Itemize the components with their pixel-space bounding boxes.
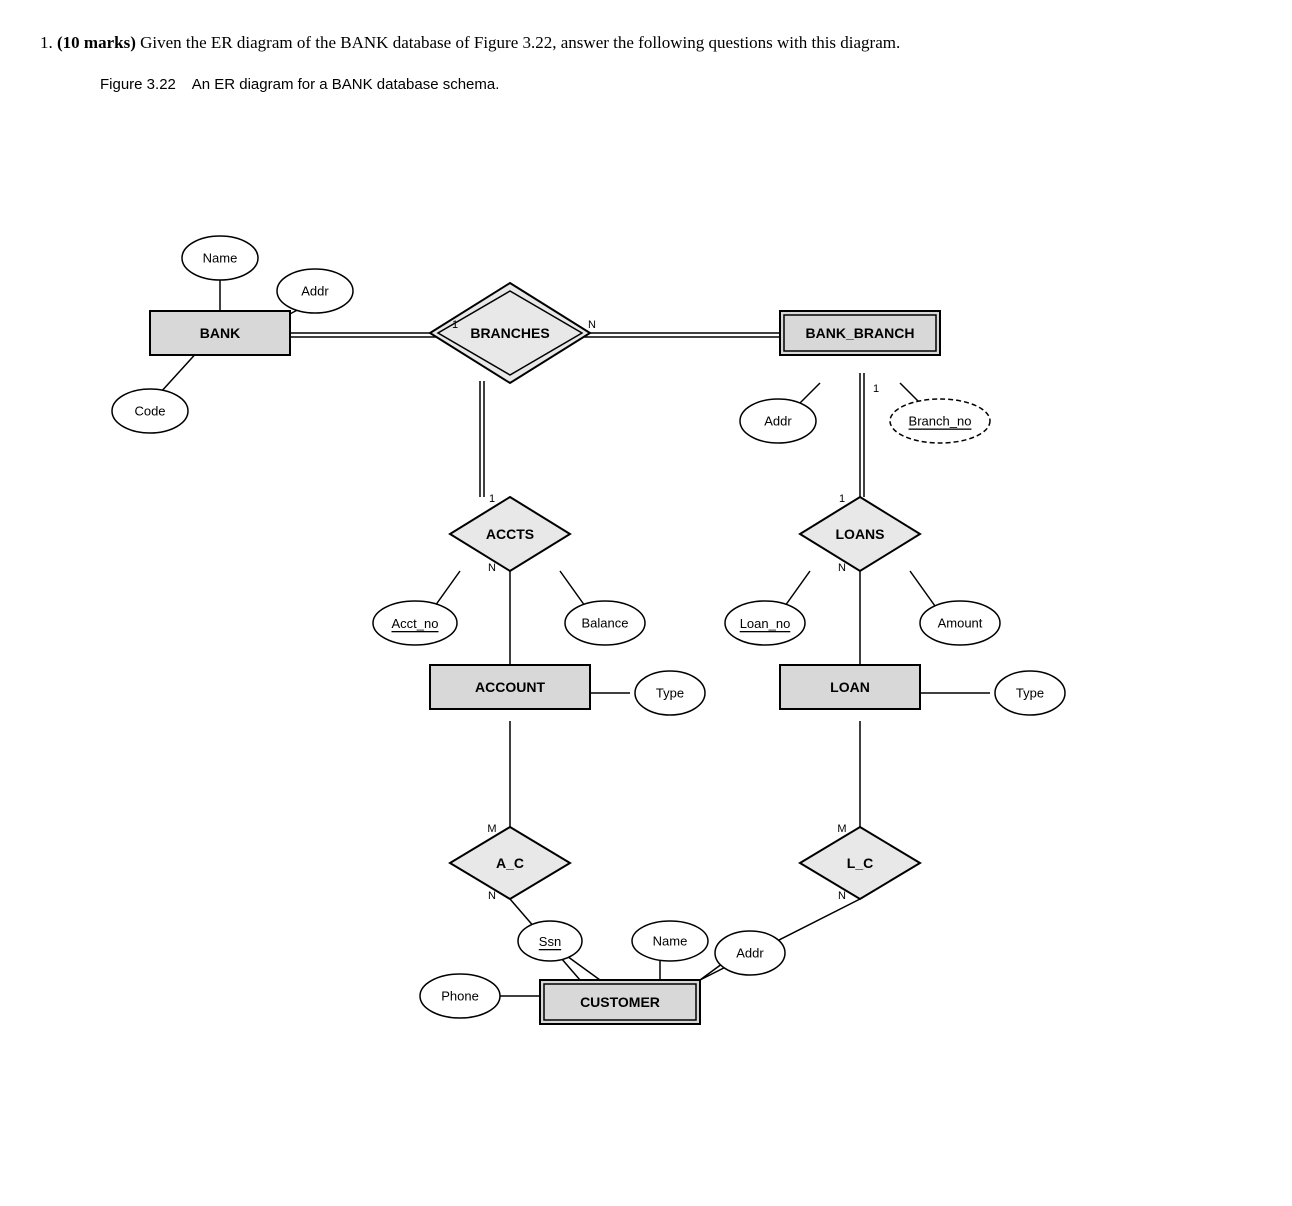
- loan-type-label: Type: [1016, 685, 1044, 700]
- acct-no-label: Acct_no: [392, 615, 439, 630]
- question-marks: (10 marks): [57, 33, 136, 52]
- lc-top-card: M: [837, 823, 846, 835]
- lc-label: L_C: [847, 855, 873, 871]
- addr-bank-label: Addr: [301, 283, 329, 298]
- loan-label: LOAN: [830, 679, 870, 695]
- branches-bankbranch-card: N: [588, 319, 596, 331]
- bank-branch-label: BANK_BRANCH: [806, 325, 915, 341]
- question-number: 1.: [40, 33, 53, 52]
- ac-bottom-card: N: [488, 890, 496, 902]
- addr-customer-label: Addr: [736, 945, 764, 960]
- er-diagram: BANK BANK_BRANCH ACCOUNT LOAN CUSTOMER B…: [60, 103, 1260, 1053]
- loans-bottom-card: N: [838, 562, 846, 574]
- account-label: ACCOUNT: [475, 679, 545, 695]
- balance-label: Balance: [582, 615, 629, 630]
- ac-top-card: M: [487, 823, 496, 835]
- account-type-label: Type: [656, 685, 684, 700]
- lc-bottom-card: N: [838, 890, 846, 902]
- question-body: Given the ER diagram of the BANK databas…: [140, 33, 900, 52]
- amount-label: Amount: [938, 615, 983, 630]
- addr-branch-label: Addr: [764, 413, 792, 428]
- name-customer-label: Name: [653, 933, 688, 948]
- loans-label: LOANS: [836, 526, 885, 542]
- phone-label: Phone: [441, 988, 479, 1003]
- customer-label: CUSTOMER: [580, 994, 660, 1010]
- accts-label: ACCTS: [486, 526, 534, 542]
- branches-bank-card: 1: [452, 319, 458, 331]
- ssn-label: Ssn: [539, 933, 561, 948]
- accts-bottom-card: N: [488, 562, 496, 574]
- branch-no-label: Branch_no: [909, 413, 972, 428]
- bankbranch-loans-card: 1: [873, 383, 879, 395]
- name-bank-label: Name: [203, 250, 238, 265]
- loans-top-card: 1: [839, 493, 845, 505]
- ac-label: A_C: [496, 855, 524, 871]
- accts-top-card: 1: [489, 493, 495, 505]
- question-text: 1. (10 marks) Given the ER diagram of th…: [40, 30, 1252, 56]
- figure-caption: Figure 3.22 An ER diagram for a BANK dat…: [100, 76, 1252, 93]
- code-label: Code: [134, 403, 165, 418]
- branches-label: BRANCHES: [470, 325, 549, 341]
- loan-no-label: Loan_no: [740, 615, 791, 630]
- bank-label: BANK: [200, 325, 240, 341]
